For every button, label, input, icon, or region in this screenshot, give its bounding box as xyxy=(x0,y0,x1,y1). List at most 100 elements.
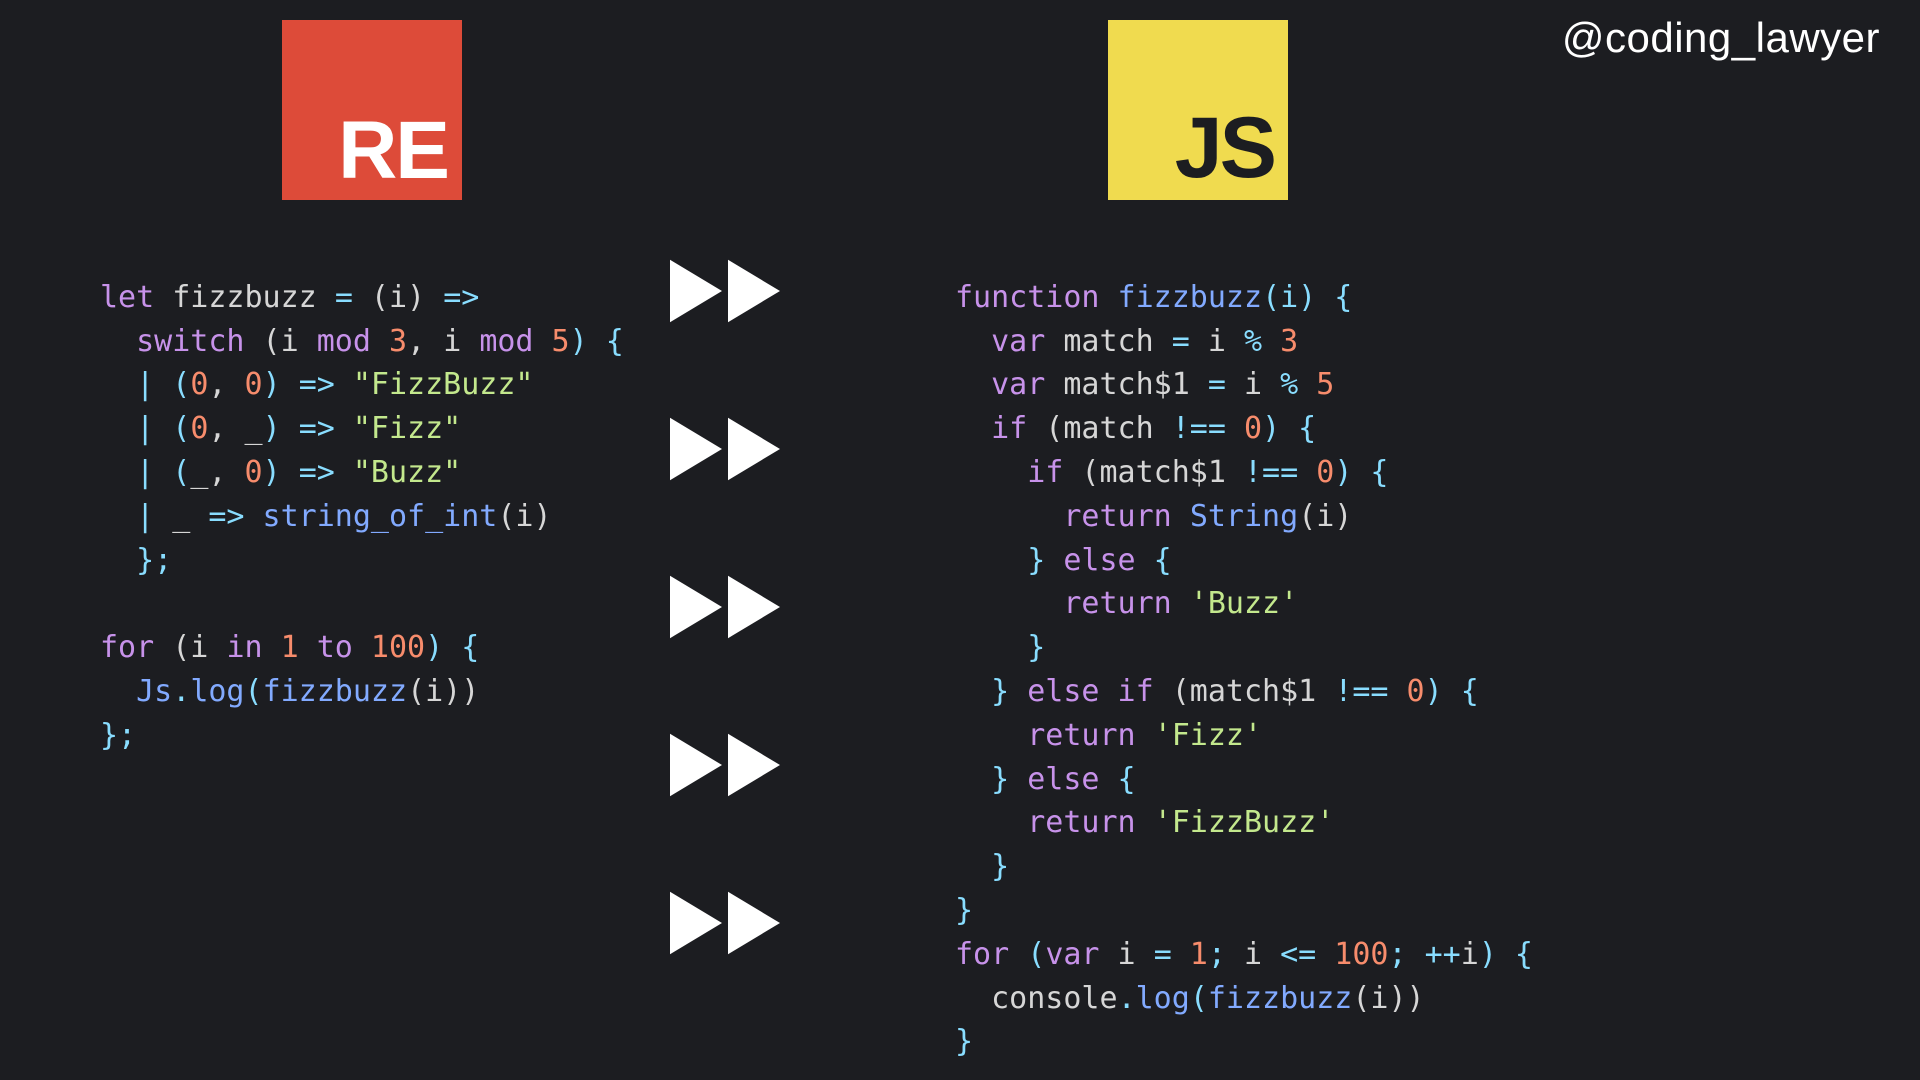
op-neq: !== xyxy=(1172,411,1226,446)
paren: ( xyxy=(1009,937,1045,972)
wildcard: _ xyxy=(245,411,263,446)
brace: ) { xyxy=(1425,674,1479,709)
ident: i xyxy=(1244,937,1280,972)
ident: i xyxy=(1100,937,1154,972)
args: (i)) xyxy=(407,674,479,709)
fn-name: fizzbuzz xyxy=(1100,280,1263,315)
pattern: | ( xyxy=(136,367,190,402)
args: (i)) xyxy=(1352,981,1424,1016)
brace: { xyxy=(1100,762,1136,797)
kw-return: return xyxy=(1063,586,1171,621)
params: (i) { xyxy=(1262,280,1352,315)
op-inc: ++ xyxy=(1425,937,1461,972)
expr: (match$1 xyxy=(1154,674,1335,709)
num: 0 xyxy=(245,455,263,490)
kw-mod: mod xyxy=(317,324,371,359)
params: (i) xyxy=(353,280,443,315)
kw-for: for xyxy=(100,630,154,665)
ident: match xyxy=(1045,324,1171,359)
ident: i xyxy=(443,324,479,359)
fn-call: string_of_int xyxy=(245,499,498,534)
wildcard: _ xyxy=(190,455,208,490)
fn-call: fizzbuzz xyxy=(263,674,408,709)
sp xyxy=(1172,586,1190,621)
fast-forward-icon xyxy=(670,890,780,956)
brace: ) { xyxy=(425,630,479,665)
num: 5 xyxy=(534,324,570,359)
paren: ) xyxy=(263,455,299,490)
brace: { xyxy=(1136,543,1172,578)
dot: . xyxy=(1118,981,1136,1016)
kw-function: function xyxy=(955,280,1100,315)
brace: } xyxy=(991,849,1009,884)
paren: ) xyxy=(263,411,299,446)
module: Js xyxy=(136,674,172,709)
op-neq: !== xyxy=(1244,455,1298,490)
reason-code-block: let fizzbuzz = (i) => switch (i mod 3, i… xyxy=(100,232,624,758)
ident: i xyxy=(1190,324,1244,359)
ident: fizzbuzz xyxy=(154,280,335,315)
op-arrow: => xyxy=(299,367,335,402)
fast-forward-icon xyxy=(670,416,780,482)
op-arrow: => xyxy=(299,455,335,490)
op-neq: !== xyxy=(1334,674,1388,709)
op-arrow: => xyxy=(443,280,479,315)
num: 3 xyxy=(1262,324,1298,359)
op-eq: = xyxy=(335,280,353,315)
ident: i xyxy=(1461,937,1479,972)
op-mod: % xyxy=(1244,324,1262,359)
brace: } xyxy=(1027,630,1045,665)
fast-forward-icon xyxy=(670,574,780,640)
comma: , xyxy=(208,411,244,446)
num: 1 xyxy=(1172,937,1208,972)
expr: (match$1 xyxy=(1063,455,1244,490)
ident: console xyxy=(991,981,1117,1016)
author-handle: @coding_lawyer xyxy=(1562,14,1880,62)
paren: ( xyxy=(245,674,263,709)
paren: ( xyxy=(1190,981,1208,1016)
semi: ; xyxy=(1208,937,1244,972)
string: 'Buzz' xyxy=(1190,586,1298,621)
sp xyxy=(1136,718,1154,753)
num: 0 xyxy=(245,367,263,402)
brace: } xyxy=(955,893,973,928)
js-logo: JS xyxy=(1108,20,1288,200)
comma: , xyxy=(407,324,443,359)
fn-call: fizzbuzz xyxy=(1208,981,1353,1016)
dot: . xyxy=(172,674,190,709)
op-lte: <= xyxy=(1280,937,1316,972)
sp xyxy=(1136,805,1154,840)
pattern: | xyxy=(136,499,172,534)
kw-else: else xyxy=(1027,674,1099,709)
kw-if: if xyxy=(991,411,1027,446)
arrow-column xyxy=(670,258,780,956)
num: 5 xyxy=(1298,367,1334,402)
brace: } xyxy=(1027,543,1063,578)
kw-to: to xyxy=(317,630,353,665)
num: 3 xyxy=(371,324,407,359)
brace: } xyxy=(991,762,1027,797)
semi: ; xyxy=(1389,937,1425,972)
kw-return: return xyxy=(1027,805,1135,840)
fast-forward-icon xyxy=(670,258,780,324)
kw-if: if xyxy=(1100,674,1154,709)
fn-call: String xyxy=(1190,499,1298,534)
brace: ) { xyxy=(1262,411,1316,446)
kw-var: var xyxy=(991,367,1045,402)
num: 0 xyxy=(190,411,208,446)
expr: (i xyxy=(154,630,226,665)
expr: (match xyxy=(1027,411,1172,446)
expr: (i xyxy=(245,324,317,359)
comma: , xyxy=(208,455,244,490)
javascript-code-block: function fizzbuzz(i) { var match = i % 3… xyxy=(955,232,1533,1064)
op-eq: = xyxy=(1154,937,1172,972)
kw-if: if xyxy=(1027,455,1063,490)
op-arrow: => xyxy=(299,411,335,446)
num: 0 xyxy=(190,367,208,402)
brace: ) { xyxy=(1334,455,1388,490)
pattern: | ( xyxy=(136,455,190,490)
brace: } xyxy=(991,674,1027,709)
kw-var: var xyxy=(1045,937,1099,972)
kw-for: for xyxy=(955,937,1009,972)
fn-call: log xyxy=(190,674,244,709)
